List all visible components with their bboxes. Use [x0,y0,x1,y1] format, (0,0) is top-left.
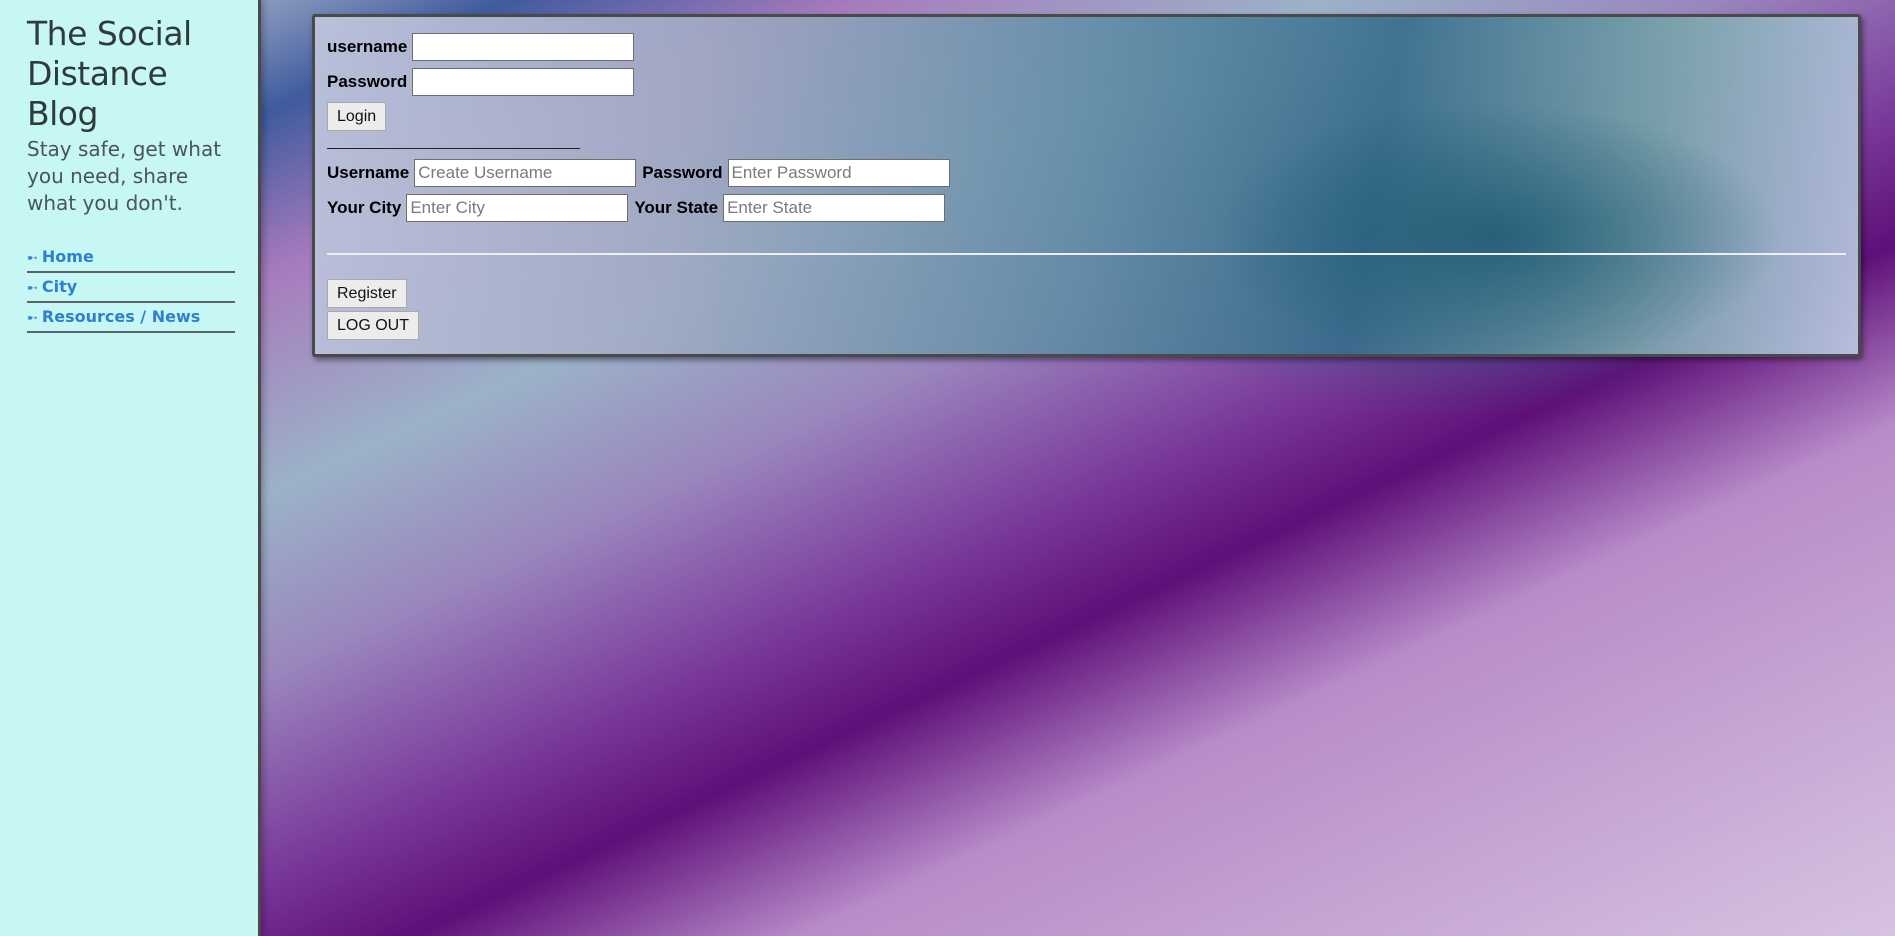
register-username-input[interactable] [414,158,637,187]
register-row-2: Your City Your State [327,190,1846,225]
blog-title: The Social Distance Blog [27,14,192,133]
register-password-input[interactable] [727,158,950,187]
register-state-label: Your State [634,197,719,217]
login-username-row: username [327,29,1846,64]
sidebar-nav: ➸ Home ➸ City ➸ Resources / News [27,243,235,333]
nav-item-label: Home [41,247,94,266]
login-button-row: Login [327,99,1846,134]
login-password-input[interactable] [412,67,635,96]
login-button[interactable]: Login [327,102,387,131]
divider [327,148,580,149]
sidebar: The Social Distance Blog Stay safe, get … [0,0,261,936]
nav-item-city[interactable]: ➸ City [27,273,235,303]
arrow-icon: ➸ [27,281,38,296]
arrow-icon: ➸ [27,251,38,266]
register-city-label: Your City [327,197,402,217]
logout-button-row: LOG OUT [327,311,1846,340]
blog-tagline: Stay safe, get what you need, share what… [27,137,222,215]
register-city-input[interactable] [406,193,629,222]
nav-item-home[interactable]: ➸ Home [27,243,235,273]
auth-panel: username Password Login Username Passwor… [312,14,1861,357]
login-username-label: username [327,36,408,56]
login-password-label: Password [327,71,408,91]
register-button-row: Register [327,279,1846,308]
logout-button[interactable]: LOG OUT [327,311,420,340]
horizontal-rule [327,253,1846,255]
register-row-1: Username Password [327,155,1846,190]
nav-item-label: Resources / News [41,307,201,326]
nav-item-label: City [41,277,78,296]
nav-item-resources-news[interactable]: ➸ Resources / News [27,303,235,333]
register-button[interactable]: Register [327,279,407,308]
register-password-label: Password [642,162,723,182]
login-password-row: Password [327,64,1846,99]
arrow-icon: ➸ [27,311,38,326]
register-username-label: Username [327,162,410,182]
register-state-input[interactable] [723,193,946,222]
login-username-input[interactable] [412,32,635,61]
